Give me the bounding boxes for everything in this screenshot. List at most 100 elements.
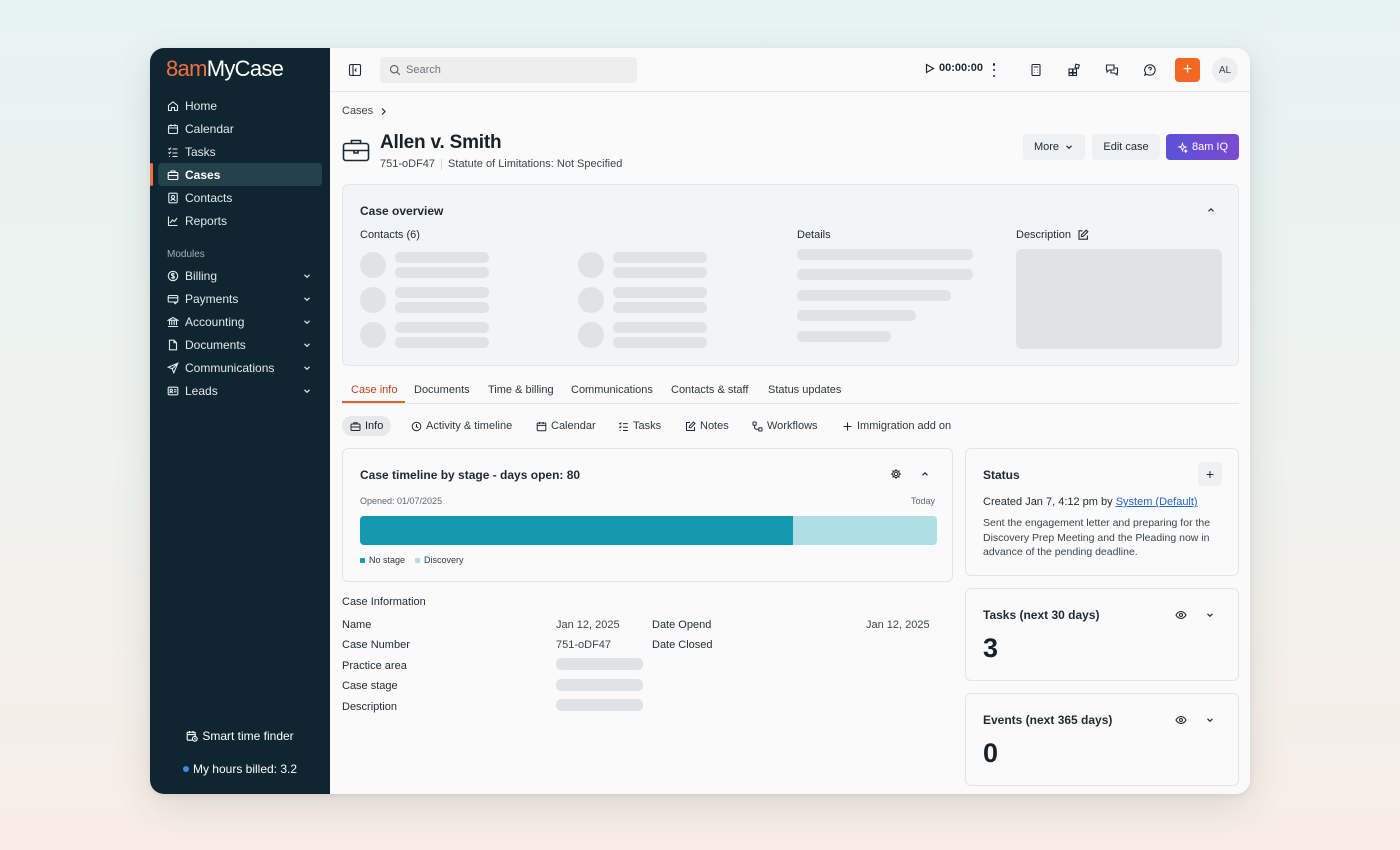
sidebar-item-label: Contacts — [185, 190, 233, 205]
sidebar-item-accounting[interactable]: Accounting — [158, 310, 322, 333]
chevron-down-icon — [304, 366, 310, 371]
chat-help-icon[interactable] — [1142, 62, 1158, 78]
skeleton-line — [797, 269, 973, 280]
briefcase-icon — [167, 169, 179, 181]
skeleton-line — [797, 249, 973, 260]
subtab-immigration-add-on[interactable]: Immigration add on — [834, 416, 959, 436]
sidebar-item-label: Reports — [185, 213, 228, 228]
chevron-down-icon[interactable] — [1205, 715, 1215, 725]
sidebar-toggle-icon[interactable] — [347, 62, 363, 78]
calendar-icon — [536, 421, 547, 431]
chevron-up-icon[interactable] — [1206, 205, 1216, 215]
chevron-down-icon[interactable] — [1205, 610, 1215, 620]
payments-icon — [167, 293, 179, 305]
contact-avatar-placeholder — [360, 287, 386, 313]
sidebar-item-contacts[interactable]: Contacts — [158, 186, 322, 209]
legend-label: No stage — [369, 555, 406, 565]
chevron-down-icon — [1066, 145, 1072, 150]
chevron-down-icon — [304, 297, 310, 302]
apps-icon[interactable] — [1066, 62, 1082, 78]
smart-time-finder-button[interactable]: Smart time finder — [150, 729, 330, 743]
sidebar-item-cases[interactable]: Cases — [150, 163, 322, 186]
tab-documents[interactable]: Documents — [414, 384, 470, 396]
subtab-tasks[interactable]: Tasks — [610, 416, 669, 436]
skeleton-line — [395, 252, 489, 263]
status-created: Created Jan 7, 4:12 pm by System (Defaul… — [983, 496, 1198, 508]
timeline-legend: No stage Discovery — [360, 555, 474, 565]
quick-add-button[interactable]: + — [1175, 58, 1200, 82]
sidebar-item-documents[interactable]: Documents — [158, 333, 322, 356]
status-created-prefix: Created Jan 7, 4:12 pm by — [983, 496, 1116, 508]
sidebar-item-label: Accounting — [185, 314, 245, 329]
subtab-label: Info — [365, 420, 384, 432]
skeleton-line — [556, 658, 643, 670]
edit-icon[interactable] — [1077, 229, 1089, 241]
skeleton-line — [613, 252, 707, 263]
iq-button[interactable]: 8am IQ — [1166, 134, 1239, 160]
clock-icon — [411, 421, 422, 431]
tab-contacts-staff[interactable]: Contacts & staff — [671, 384, 748, 396]
modules-label: Modules — [167, 249, 205, 260]
details-heading: Details — [797, 229, 831, 241]
tab-communications[interactable]: Communications — [571, 384, 653, 396]
timer-value: 00:00:00 — [939, 62, 984, 74]
logo[interactable]: 8am MyCase — [166, 57, 284, 81]
sidebar-item-label: Cases — [185, 167, 221, 182]
search-input[interactable]: Search — [380, 57, 637, 83]
today-label: Today — [910, 496, 935, 506]
sidebar-item-payments[interactable]: Payments — [158, 287, 322, 310]
hours-billed[interactable]: My hours billed: 3.2 — [150, 762, 330, 776]
sidebar-item-leads[interactable]: Leads — [158, 379, 322, 402]
status-created-by-link[interactable]: System (Default) — [1116, 496, 1198, 508]
messages-icon[interactable] — [1104, 62, 1120, 78]
subtab-calendar[interactable]: Calendar — [528, 416, 604, 436]
breadcrumb-cases-link[interactable]: Cases — [342, 105, 373, 117]
subtab-label: Notes — [700, 420, 729, 432]
sidebar-item-billing[interactable]: Billing — [158, 264, 322, 287]
sidebar-item-communications[interactable]: Communications — [158, 356, 322, 379]
chevron-down-icon — [304, 320, 310, 325]
tasks-count: 3 — [983, 633, 999, 663]
sidebar-item-tasks[interactable]: Tasks — [158, 140, 322, 163]
skeleton-line — [613, 337, 707, 348]
subtab-label: Calendar — [551, 420, 596, 432]
subtab-activity-timeline[interactable]: Activity & timeline — [403, 416, 520, 436]
clock-calendar-icon — [186, 731, 199, 742]
more-button[interactable]: More — [1023, 134, 1085, 160]
more-label: More — [1033, 141, 1060, 153]
skeleton-line — [395, 322, 489, 333]
sidebar-item-calendar[interactable]: Calendar — [158, 117, 322, 140]
legend-swatch — [415, 557, 421, 563]
chevron-down-icon — [304, 343, 310, 348]
avatar[interactable]: AL — [1212, 57, 1238, 83]
eye-icon[interactable] — [1175, 714, 1187, 726]
tab-status-updates[interactable]: Status updates — [768, 384, 841, 396]
briefcase-icon — [342, 139, 370, 162]
timer-menu-icon[interactable] — [991, 63, 997, 77]
case-tabs: Case info Documents Time & billing Commu… — [342, 377, 1239, 404]
calendar-icon — [167, 123, 179, 135]
add-status-button[interactable]: + — [1198, 462, 1222, 486]
skeleton-line — [613, 287, 707, 298]
plus-icon — [843, 422, 852, 430]
case-subtitle: 751-oDF47 Statute of Limitations: Not Sp… — [380, 158, 622, 170]
gear-icon[interactable] — [890, 468, 902, 480]
eye-icon[interactable] — [1175, 609, 1187, 621]
chevron-down-icon — [304, 274, 310, 279]
sparkle-icon — [1177, 141, 1188, 153]
stage-progress-fill — [360, 516, 793, 545]
timer-button[interactable]: 00:00:00 — [924, 62, 983, 74]
sidebar-item-reports[interactable]: Reports — [158, 209, 322, 232]
skeleton-line — [556, 679, 643, 691]
sidebar: 8am MyCase Home Calendar Tasks Cases Cont… — [150, 48, 330, 794]
subtab-info[interactable]: Info — [342, 416, 392, 436]
tab-case-info[interactable]: Case info — [351, 384, 397, 396]
chevron-up-icon[interactable] — [920, 469, 930, 479]
subtab-notes[interactable]: Notes — [677, 416, 737, 436]
sidebar-item-home[interactable]: Home — [158, 94, 322, 117]
tab-time-billing[interactable]: Time & billing — [488, 384, 554, 396]
edit-case-button[interactable]: Edit case — [1092, 134, 1160, 160]
calculator-icon[interactable] — [1028, 62, 1044, 78]
skeleton-line — [797, 310, 916, 321]
subtab-workflows[interactable]: Workflows — [744, 416, 826, 436]
